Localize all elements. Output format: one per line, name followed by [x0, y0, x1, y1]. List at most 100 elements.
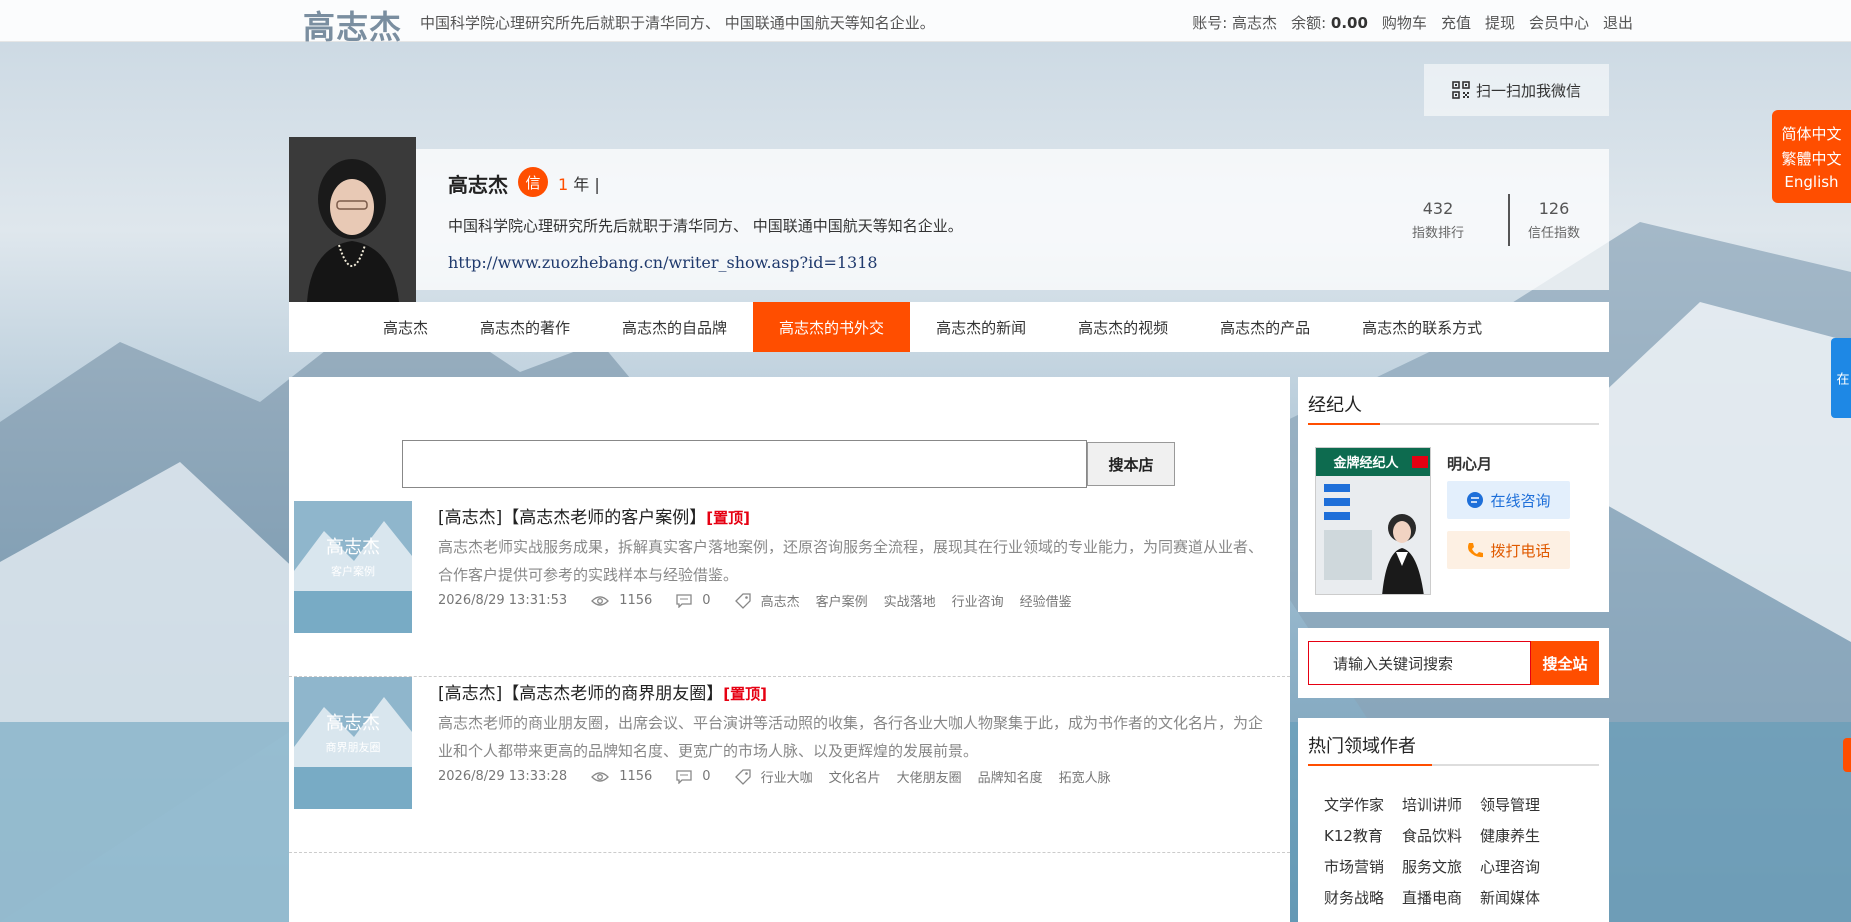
hot-category[interactable]: 心理咨询	[1480, 856, 1540, 877]
agent-name: 明心月	[1447, 455, 1493, 473]
article-tag[interactable]: 文化名片	[829, 767, 881, 786]
logout-link[interactable]: 退出	[1603, 12, 1633, 33]
article-meta: 2026/8/29 13:31:53 1156 0 高志杰 客户案例 实战落地 …	[438, 591, 1078, 610]
online-consult-button[interactable]: 在线咨询	[1447, 481, 1570, 519]
consult-label: 在线咨询	[1490, 491, 1551, 510]
profile-header: 高志杰 信 1 年 | 中国科学院心理研究所先后就职于清华同方、 中国联通中国航…	[289, 137, 1609, 302]
lang-simplified[interactable]: 简体中文	[1781, 123, 1841, 144]
eye-icon	[591, 771, 610, 782]
site-search-input[interactable]: 请输入关键词搜索	[1308, 641, 1531, 685]
hot-category[interactable]: 健康养生	[1480, 825, 1540, 846]
balance: 余额: 0.00	[1291, 12, 1368, 33]
hot-category[interactable]: 直播电商	[1402, 887, 1462, 908]
article-tag[interactable]: 实战落地	[884, 591, 936, 610]
withdraw-link[interactable]: 提现	[1485, 12, 1515, 33]
comment-icon	[676, 593, 692, 608]
article-tag[interactable]: 经验借鉴	[1020, 591, 1072, 610]
site-search-box: 请输入关键词搜索 搜全站	[1298, 628, 1609, 698]
nav-brand[interactable]: 高志杰的自品牌	[596, 302, 753, 352]
stat-label: 指数排行	[1411, 226, 1464, 241]
comment-count: 0	[676, 593, 711, 608]
poster-title: 金牌经纪人	[1332, 455, 1399, 470]
store-search-button[interactable]: 搜本店	[1087, 442, 1175, 486]
nav-products[interactable]: 高志杰的产品	[1194, 302, 1336, 352]
pinned-label: [置顶]	[706, 509, 750, 527]
member-center-link[interactable]: 会员中心	[1529, 12, 1589, 33]
hot-category[interactable]: 培训讲师	[1402, 794, 1462, 815]
hot-category[interactable]: K12教育	[1324, 825, 1384, 846]
article-title: [高志杰]【高志杰老师的客户案例】	[438, 508, 707, 528]
comment-count-value: 0	[702, 769, 711, 784]
author-name: 高志杰	[448, 173, 508, 197]
top-bar: 高志杰 中国科学院心理研究所先后就职于清华同方、 中国联通中国航天等知名企业。 …	[0, 0, 1851, 46]
view-count-value: 1156	[619, 593, 653, 608]
tag-icon	[734, 592, 751, 609]
call-phone-button[interactable]: 拨打电话	[1447, 531, 1570, 569]
site-logo[interactable]: 高志杰	[303, 2, 402, 48]
article-summary: 高志杰老师实战服务成果，拆解真实客户落地案例，还原咨询服务全流程，展现其在行业领…	[438, 538, 1264, 584]
article-tag[interactable]: 客户案例	[816, 591, 868, 610]
article-list-panel: 搜本店 高志杰 客户案例 [高志杰]【高志杰老师的客户案例】[置顶] 高志杰老师…	[289, 377, 1290, 922]
article-thumbnail[interactable]: 高志杰 商界朋友圈	[294, 677, 412, 809]
thumb-subtitle: 商界朋友圈	[326, 740, 381, 754]
article-meta: 2026/8/29 13:33:28 1156 0 行业大咖 文化名片 大佬朋友…	[438, 767, 1117, 786]
cart-link[interactable]: 购物车	[1382, 12, 1427, 33]
nav-home[interactable]: 高志杰	[357, 302, 454, 352]
hot-authors-grid: 文学作家 培训讲师 领导管理 K12教育 食品饮料 健康养生 市场营销 服务文旅…	[1324, 794, 1540, 908]
stat-value: 432	[1422, 199, 1454, 218]
wechat-scan-button[interactable]: 扫一扫加我微信	[1424, 64, 1609, 116]
article-tag[interactable]: 品牌知名度	[978, 767, 1043, 786]
stat-trust-index: 126 信任指数	[1504, 199, 1604, 241]
hot-category[interactable]: 新闻媒体	[1480, 887, 1540, 908]
author-avatar	[289, 137, 416, 302]
side-tab-label: 在	[1833, 371, 1849, 385]
hot-category[interactable]: 市场营销	[1324, 856, 1384, 877]
agent-poster[interactable]: 金牌经纪人	[1315, 447, 1431, 595]
side-floating-tab-2[interactable]	[1843, 738, 1851, 772]
thumb-subtitle: 客户案例	[331, 564, 375, 578]
hot-category[interactable]: 服务文旅	[1402, 856, 1462, 877]
recharge-link[interactable]: 充值	[1441, 12, 1471, 33]
comment-count-value: 0	[702, 593, 711, 608]
balance-value: 0.00	[1330, 14, 1368, 32]
chat-icon	[1467, 492, 1484, 508]
article-title-link[interactable]: [高志杰]【高志杰老师的客户案例】[置顶]	[438, 503, 750, 528]
article-title: [高志杰]【高志杰老师的商界朋友圈】	[438, 684, 724, 704]
lang-english[interactable]: English	[1784, 173, 1838, 191]
article-tag[interactable]: 大佬朋友圈	[897, 767, 962, 786]
years-unit: 年 |	[573, 175, 600, 194]
nav-book-diplomacy[interactable]: 高志杰的书外交	[753, 302, 911, 352]
article-thumbnail[interactable]: 高志杰 客户案例	[294, 501, 412, 633]
side-floating-tab[interactable]: 在	[1831, 338, 1851, 418]
years-number: 1	[558, 175, 569, 194]
article-tag[interactable]: 高志杰	[761, 591, 800, 610]
account-bar: 账号: 高志杰 余额: 0.00 购物车 充值 提现 会员中心 退出	[1192, 12, 1633, 33]
hot-category[interactable]: 文学作家	[1324, 794, 1384, 815]
article-title-link[interactable]: [高志杰]【高志杰老师的商界朋友圈】[置顶]	[438, 679, 767, 704]
nav-contact[interactable]: 高志杰的联系方式	[1336, 302, 1508, 352]
hot-category[interactable]: 食品饮料	[1402, 825, 1462, 846]
stat-index-rank: 432 指数排行	[1388, 199, 1488, 241]
view-count: 1156	[591, 769, 652, 784]
author-nav: 高志杰 高志杰的著作 高志杰的自品牌 高志杰的书外交 高志杰的新闻 高志杰的视频…	[289, 302, 1609, 352]
nav-news[interactable]: 高志杰的新闻	[910, 302, 1052, 352]
hot-authors-panel: 热门领域作者 文学作家 培训讲师 领导管理 K12教育 食品饮料 健康养生 市场…	[1298, 718, 1609, 922]
author-description: 中国科学院心理研究所先后就职于清华同方、 中国联通中国航天等知名企业。	[448, 217, 963, 235]
site-search-button[interactable]: 搜全站	[1531, 641, 1599, 685]
profile-info-panel: 高志杰 信 1 年 | 中国科学院心理研究所先后就职于清华同方、 中国联通中国航…	[416, 149, 1609, 290]
article-tag[interactable]: 拓宽人脉	[1059, 767, 1111, 786]
verified-badge-icon: 信	[518, 167, 548, 197]
hot-category[interactable]: 财务战略	[1324, 887, 1384, 908]
store-search: 搜本店	[402, 440, 1175, 488]
view-count: 1156	[591, 593, 652, 608]
article-tag[interactable]: 行业大咖	[761, 767, 813, 786]
article-tag[interactable]: 行业咨询	[952, 591, 1004, 610]
store-search-input[interactable]	[402, 440, 1087, 488]
call-label: 拨打电话	[1490, 541, 1551, 560]
nav-works[interactable]: 高志杰的著作	[454, 302, 596, 352]
nav-videos[interactable]: 高志杰的视频	[1052, 302, 1194, 352]
author-url[interactable]: http://www.zuozhebang.cn/writer_show.asp…	[448, 253, 878, 272]
article-item: 高志杰 客户案例 [高志杰]【高志杰老师的客户案例】[置顶] 高志杰老师实战服务…	[289, 501, 1290, 677]
hot-category[interactable]: 领导管理	[1480, 794, 1540, 815]
lang-traditional[interactable]: 繁體中文	[1781, 148, 1841, 169]
